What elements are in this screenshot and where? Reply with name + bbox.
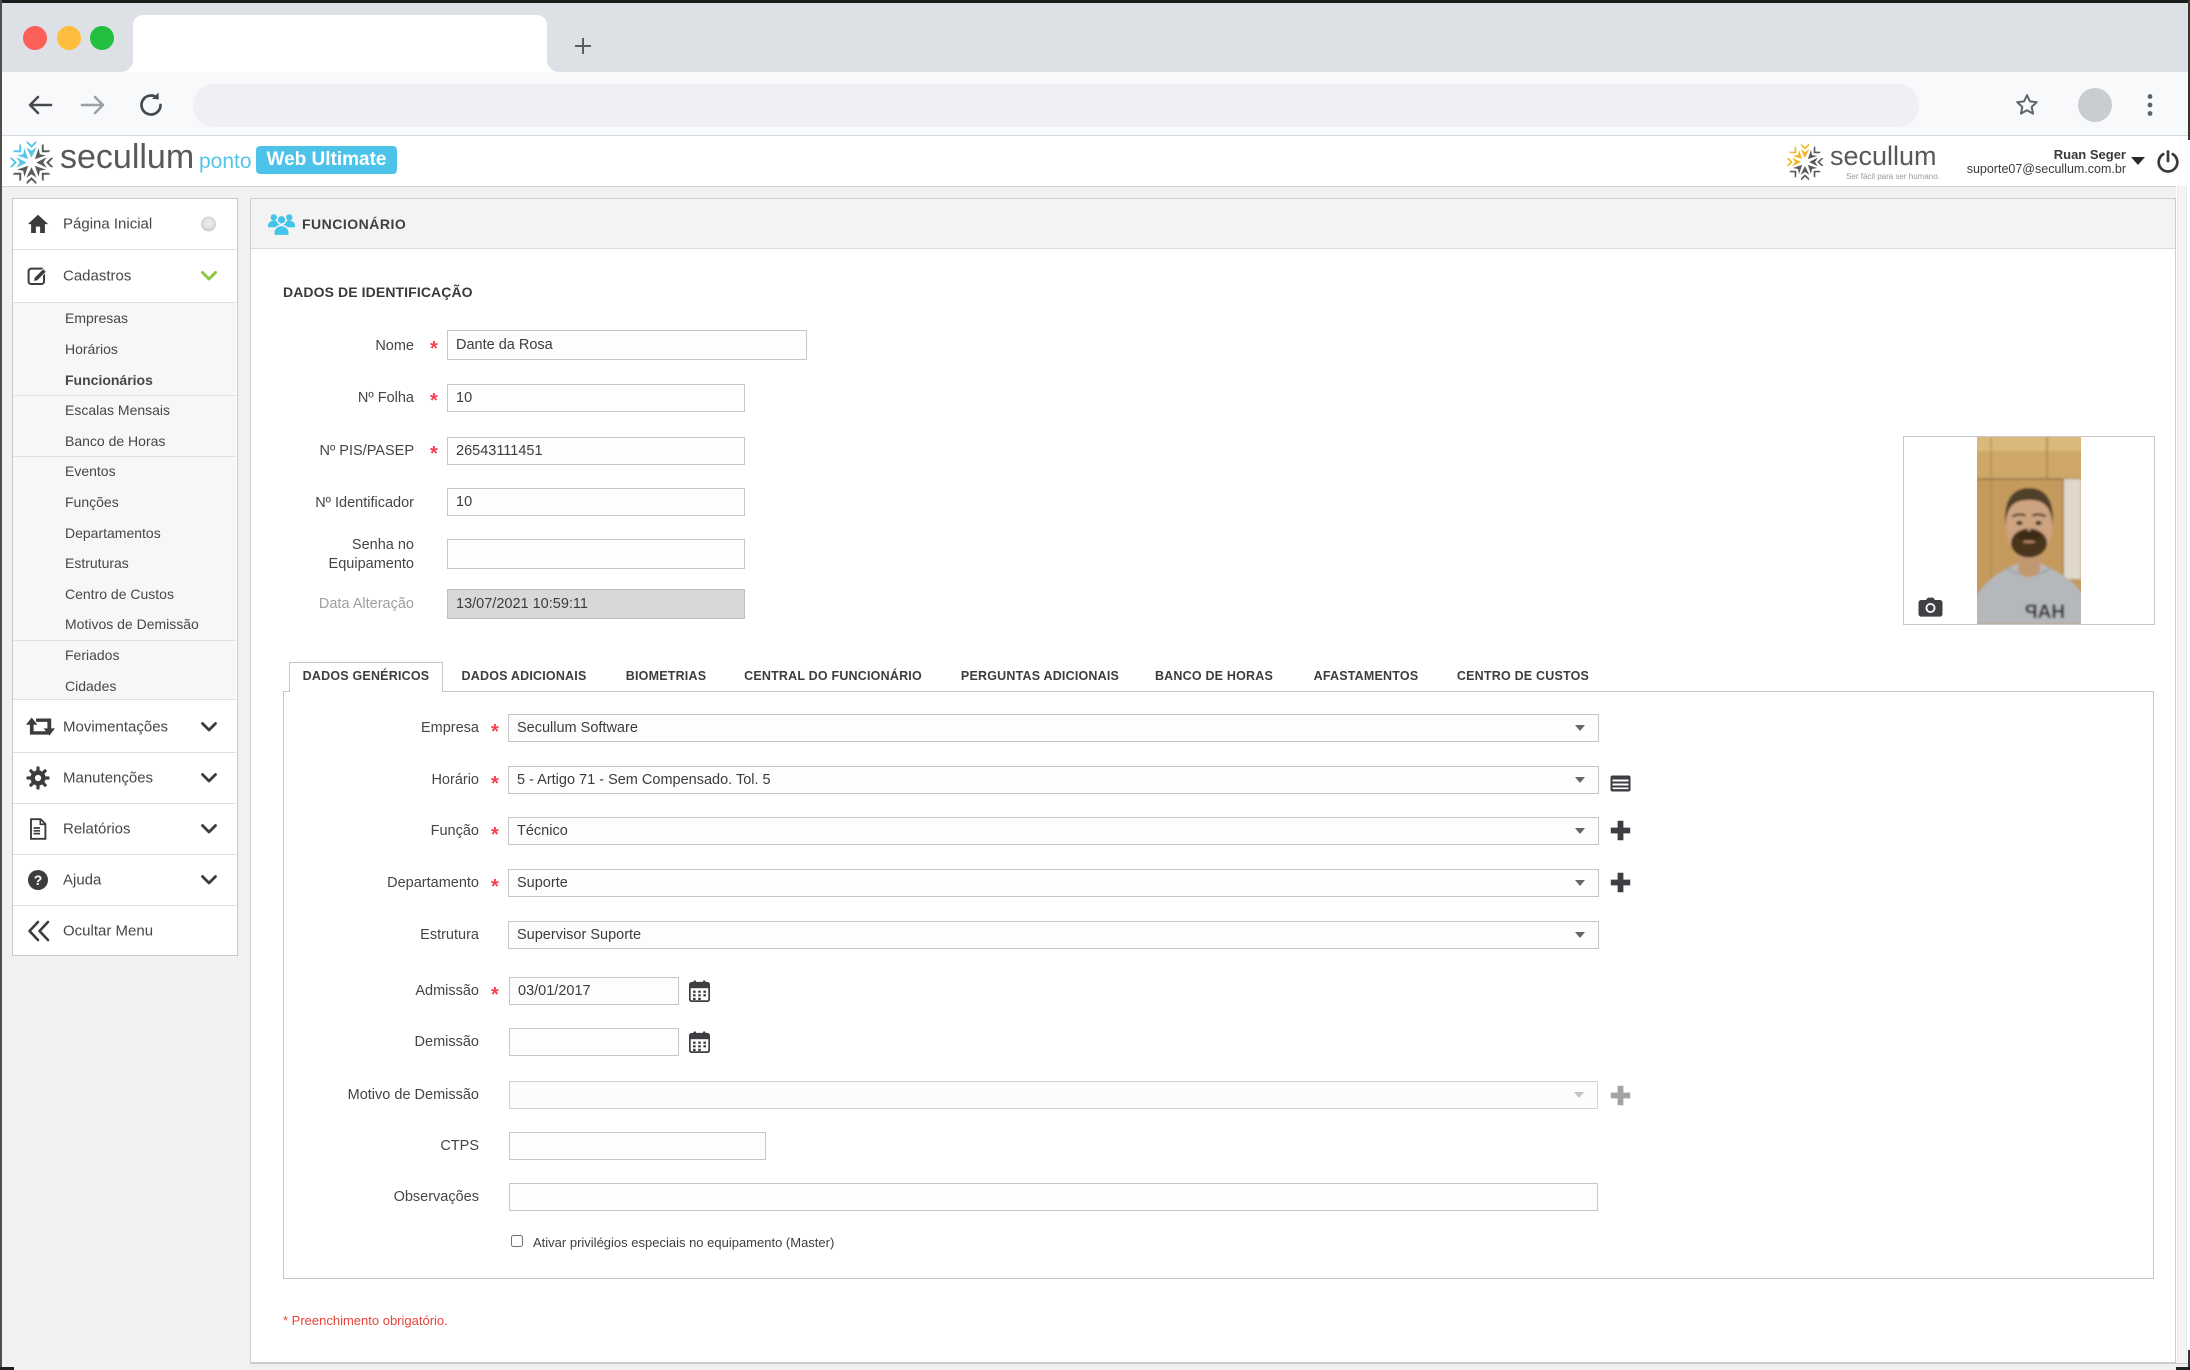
svg-text:HAP: HAP [2025,602,2065,623]
svg-text:?: ? [34,872,43,888]
